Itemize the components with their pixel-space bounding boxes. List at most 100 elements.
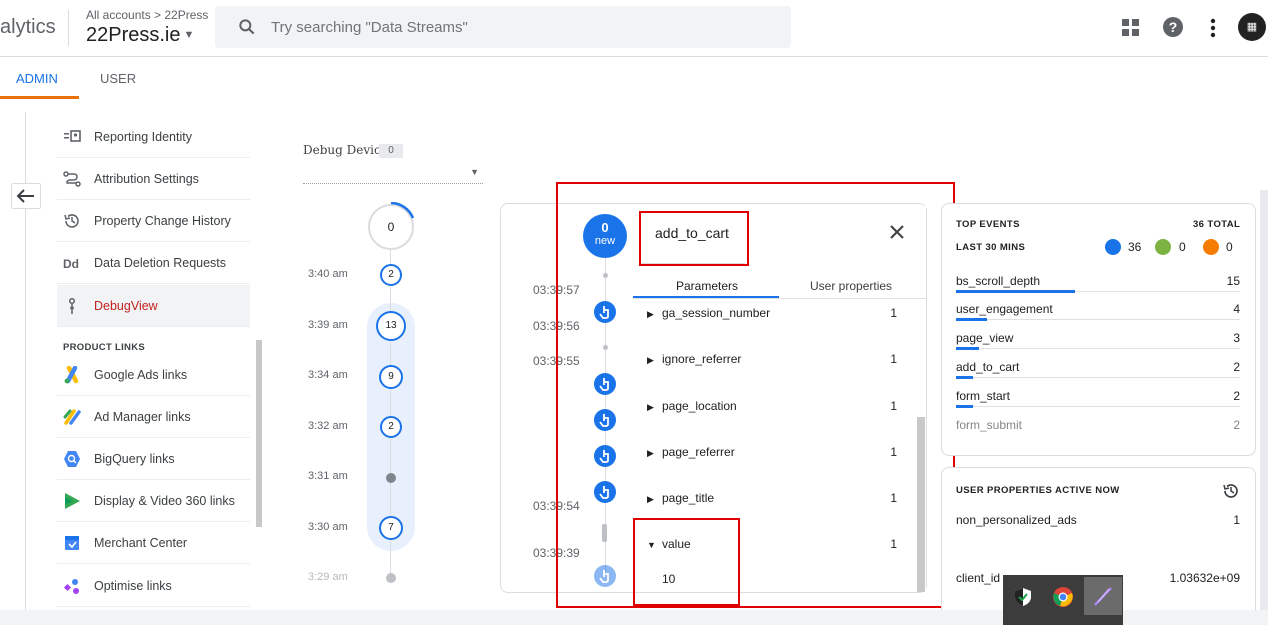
divider	[956, 348, 1240, 349]
history-icon[interactable]	[1222, 482, 1240, 500]
annotation-box-value-param	[633, 518, 740, 606]
taskbar-app-button[interactable]	[1084, 577, 1122, 615]
top-event-share-bar	[956, 347, 979, 350]
tab-admin[interactable]: ADMIN	[16, 71, 58, 86]
minute-event-count[interactable]: 2	[380, 416, 402, 438]
sidebar-item-label: Merchant Center	[94, 536, 188, 550]
debug-device-count-badge: 0	[379, 144, 403, 158]
account-name: 22Press.ie	[86, 24, 181, 46]
sidebar-item-attribution-settings[interactable]: Attribution Settings	[57, 158, 250, 200]
errors-stat-icon	[1203, 239, 1219, 255]
top-event-row[interactable]: add_to_cart 2	[956, 358, 1240, 386]
sidebar-item-label: DebugView	[94, 299, 158, 313]
sidebar-item-dv360-links[interactable]: Display & Video 360 links	[57, 480, 250, 522]
top-event-count: 2	[1233, 418, 1240, 432]
top-event-count: 2	[1233, 389, 1240, 403]
conversions-stat-count: 0	[1179, 240, 1186, 254]
admin-tabs: ADMIN USER	[0, 57, 1268, 100]
minute-event-count[interactable]: 13	[376, 311, 406, 341]
more-vert-icon[interactable]	[1204, 16, 1222, 40]
sidebar-item-label: Reporting Identity	[94, 130, 192, 144]
sidebar-scrollbar[interactable]	[256, 340, 262, 527]
page-scrollbar[interactable]	[1260, 190, 1268, 610]
top-event-name: form_submit	[956, 418, 1023, 432]
search-icon	[239, 19, 255, 35]
events-stat-count: 36	[1128, 240, 1142, 254]
minute-time: 3:31 am	[308, 470, 348, 482]
svg-text:?: ?	[1169, 19, 1178, 35]
sidebar-item-label: Property Change History	[94, 214, 231, 228]
top-events-total: 36 TOTAL	[1193, 219, 1241, 230]
sidebar-item-label: Optimise links	[94, 579, 172, 593]
sidebar-item-bigquery-links[interactable]: BigQuery links	[57, 438, 250, 480]
dv360-icon	[65, 493, 80, 509]
sidebar-item-debugview[interactable]: DebugView	[57, 285, 250, 327]
account-breadcrumb[interactable]: All accounts > 22Press	[86, 8, 208, 22]
top-event-count: 15	[1226, 274, 1240, 288]
sidebar-item-data-deletion-requests[interactable]: Dd Data Deletion Requests	[57, 242, 250, 284]
minute-event-count[interactable]: 2	[380, 264, 402, 286]
account-selector[interactable]: 22Press.ie ▼	[86, 24, 194, 47]
minute-marker[interactable]	[386, 573, 396, 583]
sidebar-item-ad-manager-links[interactable]: Ad Manager links	[57, 396, 250, 438]
user-property-row[interactable]: non_personalized_ads 1	[956, 511, 1240, 539]
top-event-share-bar	[956, 405, 973, 408]
sidebar-item-label: Display & Video 360 links	[94, 494, 235, 508]
minute-event-count[interactable]: 9	[379, 365, 403, 389]
apps-grid-icon[interactable]	[1120, 17, 1142, 39]
minute-marker[interactable]	[386, 473, 396, 483]
divider	[956, 377, 1240, 378]
reporting-identity-icon	[64, 130, 81, 142]
sidebar-item-reporting-identity[interactable]: Reporting Identity	[57, 116, 250, 158]
ad-manager-icon	[63, 409, 81, 425]
debug-icon	[68, 297, 76, 314]
top-event-row[interactable]: form_start 2	[956, 387, 1240, 415]
merchant-center-icon	[65, 536, 79, 550]
minute-time: 3:34 am	[308, 369, 348, 381]
top-events-period: LAST 30 MINS	[956, 242, 1026, 253]
top-event-row[interactable]: user_engagement 4	[956, 300, 1240, 328]
product-name: alytics	[0, 16, 56, 38]
back-button[interactable]	[11, 183, 41, 209]
top-event-share-bar	[956, 318, 987, 321]
sidebar-item-label: Data Deletion Requests	[94, 256, 227, 270]
user-properties-heading: USER PROPERTIES ACTIVE NOW	[956, 485, 1120, 496]
security-shield-icon[interactable]	[1012, 586, 1034, 608]
top-event-name: add_to_cart	[956, 360, 1020, 374]
minute-event-count[interactable]: 7	[379, 516, 403, 540]
minute-time: 3:39 am	[308, 319, 348, 331]
annotation-box-event-title	[639, 211, 749, 266]
top-event-share-bar	[956, 290, 1075, 293]
search-input[interactable]	[271, 16, 751, 38]
sidebar-item-label: Google Ads links	[94, 368, 188, 382]
sidebar-item-merchant-center[interactable]: Merchant Center	[57, 522, 250, 564]
active-tab-indicator	[0, 96, 79, 99]
top-event-row[interactable]: page_view 3	[956, 329, 1240, 357]
top-event-row[interactable]: form_submit 2	[956, 416, 1240, 444]
top-event-count: 4	[1233, 302, 1240, 316]
sidebar-item-optimise-links[interactable]: Optimise links	[57, 565, 250, 607]
product-links-heading: PRODUCT LINKS	[63, 342, 146, 353]
top-event-name: user_engagement	[956, 302, 1053, 316]
top-event-row[interactable]: bs_scroll_depth 15	[956, 272, 1240, 300]
sidebar-item-google-ads-links[interactable]: Google Ads links	[57, 354, 250, 396]
events-stat-icon	[1105, 239, 1121, 255]
annotation-box-event-panel	[556, 182, 955, 608]
chrome-icon[interactable]	[1052, 586, 1074, 608]
minute-time: 3:29 am	[308, 571, 348, 583]
svg-text:Dd: Dd	[63, 257, 79, 271]
debug-device-dropdown[interactable]: ▼	[303, 164, 483, 184]
sidebar-item-property-change-history[interactable]: Property Change History	[57, 200, 250, 242]
arrow-back-icon	[16, 189, 34, 203]
conversions-flag-icon	[1155, 239, 1171, 255]
avatar[interactable]: ▦	[1238, 13, 1266, 41]
tab-user[interactable]: USER	[100, 71, 136, 86]
top-event-share-bar	[956, 376, 973, 379]
search-bar[interactable]	[215, 6, 791, 48]
top-event-count: 2	[1233, 360, 1240, 374]
top-event-name: page_view	[956, 331, 1014, 345]
sidebar-item-label: Ad Manager links	[94, 410, 191, 424]
help-icon[interactable]: ?	[1162, 16, 1184, 38]
debug-device-label: Debug Device	[303, 143, 388, 157]
feather-icon	[1094, 587, 1112, 606]
